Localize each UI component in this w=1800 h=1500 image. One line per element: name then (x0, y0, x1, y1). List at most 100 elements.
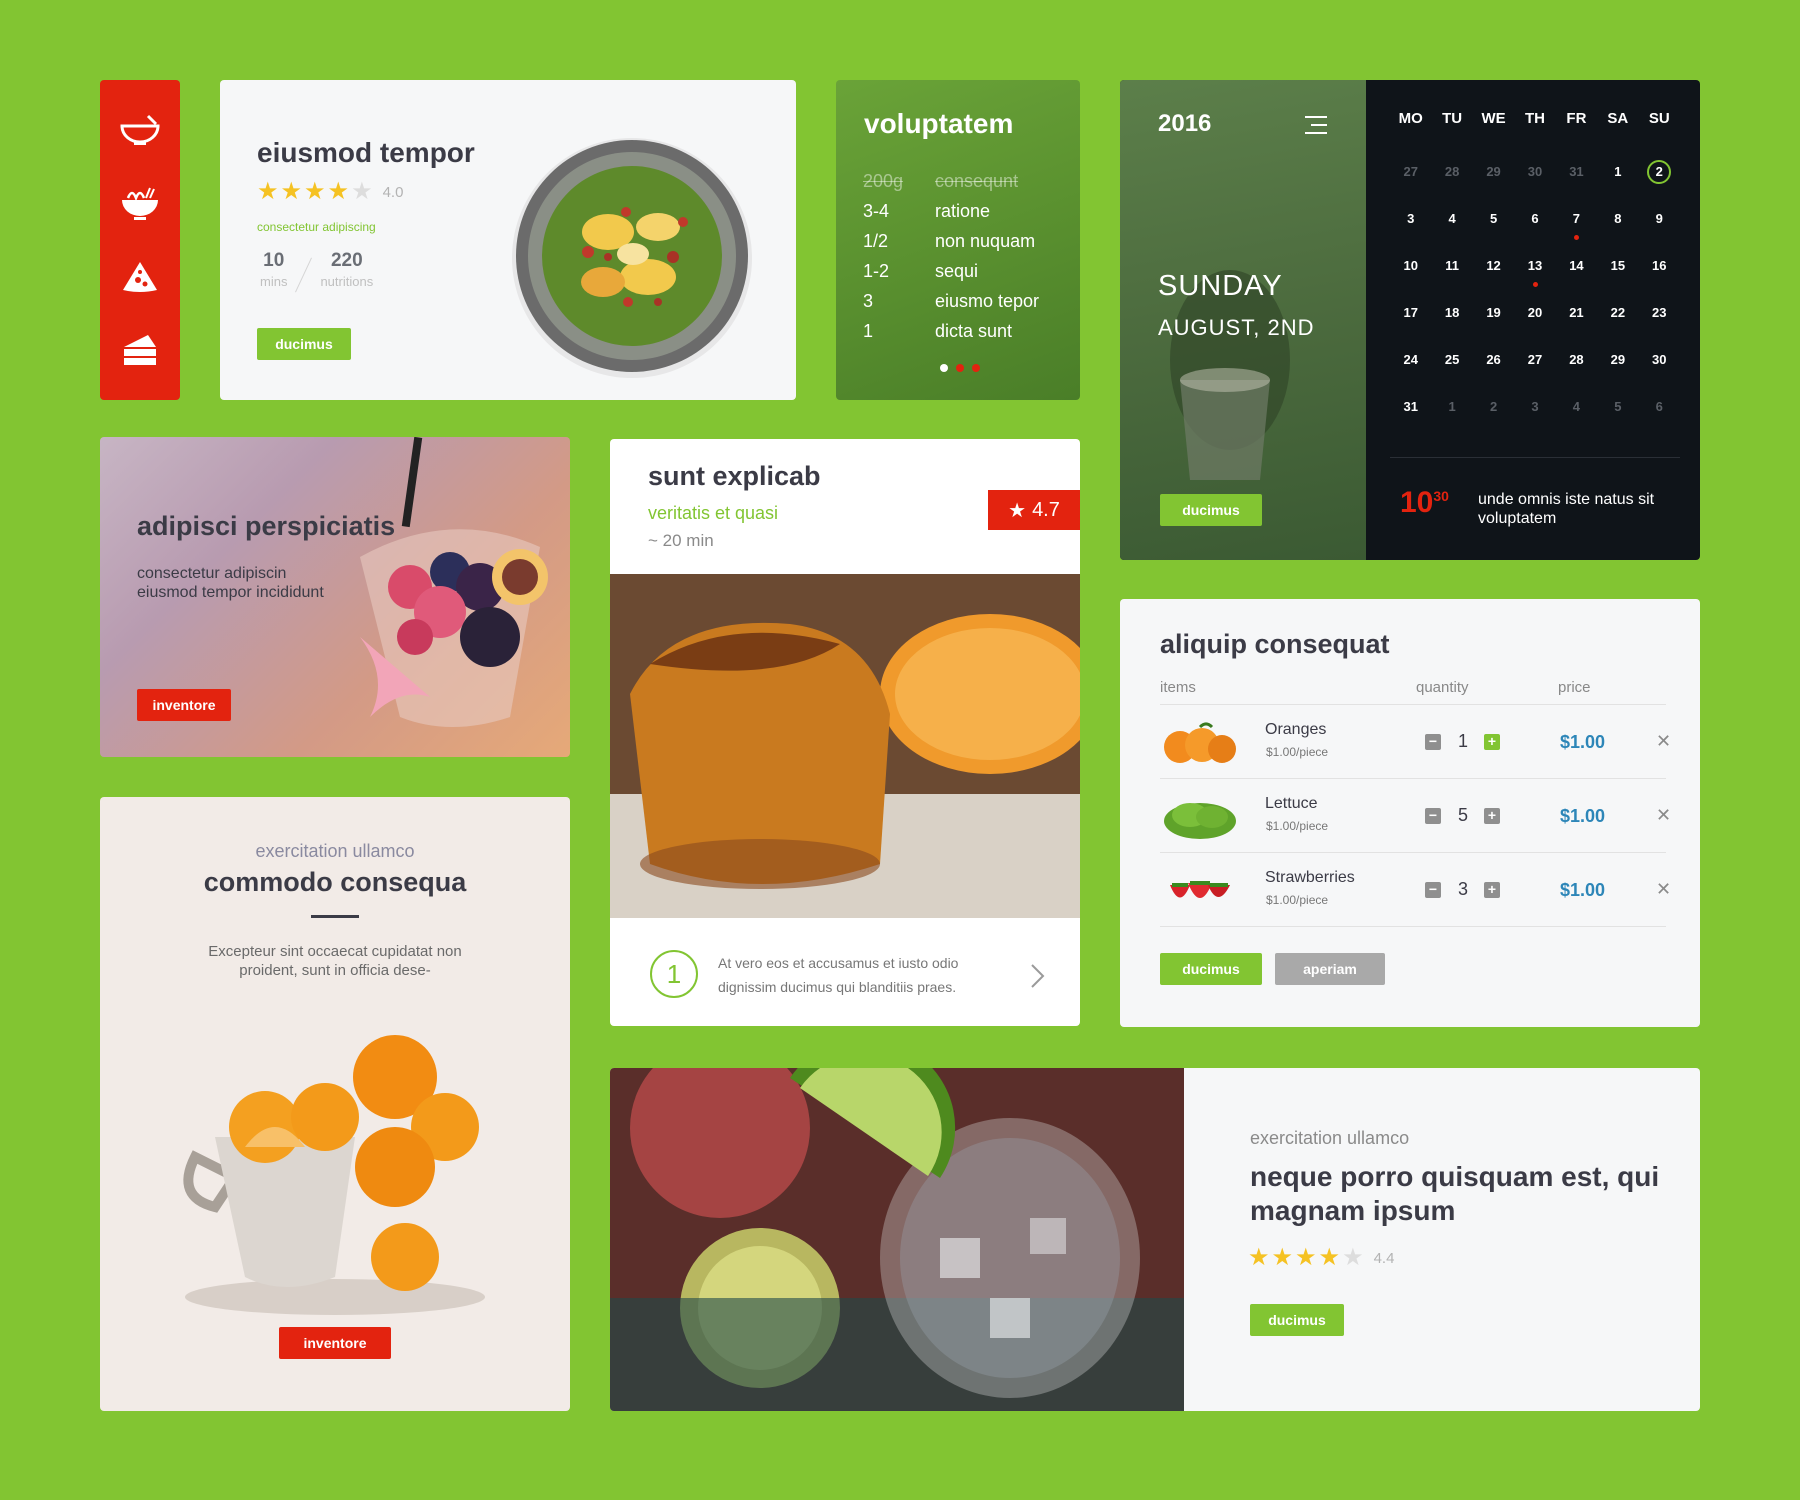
ingredient-row[interactable]: 1/2 non nuquam (863, 226, 1073, 256)
star-icon: ★ (280, 178, 303, 205)
calendar-day[interactable]: 3 (1514, 395, 1555, 442)
calendar-day-event[interactable]: 7 (1556, 207, 1597, 254)
calendar-day[interactable]: 31 (1556, 160, 1597, 207)
calendar-day[interactable]: 11 (1431, 254, 1472, 301)
chevron-right-icon[interactable] (1030, 963, 1046, 989)
calendar-day[interactable]: 17 (1390, 301, 1431, 348)
calendar-day[interactable]: 23 (1639, 301, 1680, 348)
calendar-day[interactable]: 16 (1639, 254, 1680, 301)
feature-cta-button[interactable]: inventore (279, 1327, 391, 1359)
tangerines-image (183, 1035, 485, 1315)
ingredient-row[interactable]: 3 eiusmo tepor (863, 286, 1073, 316)
calendar-day[interactable]: 2 (1473, 395, 1514, 442)
calendar-day[interactable]: 18 (1431, 301, 1472, 348)
item-quantity[interactable]: 5 (1448, 805, 1478, 826)
salad-plate-image (512, 138, 752, 378)
item-price: $1.00 (1560, 732, 1606, 752)
ingredient-qty: 200g (863, 170, 904, 191)
item-name: Oranges (1265, 721, 1327, 738)
calendar-day[interactable]: 3 (1390, 207, 1431, 254)
calendar-day[interactable]: 5 (1597, 395, 1638, 442)
calendar-day[interactable]: 20 (1514, 301, 1555, 348)
calendar-day[interactable]: 28 (1556, 348, 1597, 395)
calendar-day[interactable]: 31 (1390, 395, 1431, 442)
calendar-day[interactable]: 10 (1390, 254, 1431, 301)
pizza-slice-icon (123, 261, 157, 292)
calendar-day[interactable]: 14 (1556, 254, 1597, 301)
calendar-day[interactable]: 29 (1473, 160, 1514, 207)
item-quantity[interactable]: 3 (1448, 879, 1478, 900)
cart-primary-button[interactable]: ducimus (1160, 953, 1262, 985)
calendar-day[interactable]: 28 (1431, 160, 1472, 207)
calendar-cta-button[interactable]: ducimus (1160, 494, 1262, 526)
ingredient-row[interactable]: 1 dicta sunt (863, 316, 1073, 346)
nav-item-noodles[interactable] (110, 174, 170, 234)
calendar-week: 3 4 5 6 7 8 9 (1390, 207, 1680, 254)
remove-item-icon[interactable]: ✕ (1656, 879, 1671, 900)
calendar-day[interactable]: 27 (1390, 160, 1431, 207)
carousel-dot[interactable] (956, 364, 964, 372)
ingredient-qty: 1/2 (863, 230, 889, 251)
increase-quantity-button[interactable]: + (1484, 808, 1500, 824)
recipe-rating: ★ ★ ★ ★ ★ 4.0 (257, 180, 403, 204)
hamburger-menu-icon[interactable] (1305, 116, 1327, 134)
calendar-day[interactable]: 6 (1514, 207, 1555, 254)
calendar-day[interactable]: 6 (1639, 395, 1680, 442)
nav-item-cake[interactable] (110, 320, 170, 380)
weekday-label: TH (1524, 110, 1545, 127)
nav-item-pizza[interactable] (110, 247, 170, 307)
remove-item-icon[interactable]: ✕ (1656, 805, 1671, 826)
divider (1390, 457, 1680, 458)
calendar-day[interactable]: 25 (1431, 348, 1472, 395)
calendar-day-selected[interactable]: 2 (1639, 160, 1680, 207)
calendar-day-event[interactable]: 13 (1514, 254, 1555, 301)
calendar-day[interactable]: 1 (1597, 160, 1638, 207)
decrease-quantity-button[interactable]: − (1425, 808, 1441, 824)
recipe-cta-button[interactable]: ducimus (257, 328, 351, 360)
remove-item-icon[interactable]: ✕ (1656, 731, 1671, 752)
recipe-stats: 10 mins 220 nutritions (260, 250, 373, 294)
nav-item-bowl[interactable] (110, 101, 170, 161)
calendar-day[interactable]: 21 (1556, 301, 1597, 348)
ingredient-row[interactable]: 3-4 ratione (863, 196, 1073, 226)
increase-quantity-button[interactable]: + (1484, 882, 1500, 898)
weekday-label: WE (1481, 110, 1506, 127)
ingredient-qty: 3-4 (863, 200, 890, 221)
star-icon: ★ (1271, 1244, 1294, 1271)
calendar-day[interactable]: 30 (1639, 348, 1680, 395)
increase-quantity-button[interactable]: + (1484, 734, 1500, 750)
calendar-day[interactable]: 19 (1473, 301, 1514, 348)
calendar-day[interactable]: 22 (1597, 301, 1638, 348)
ingredient-row[interactable]: 1-2 sequi (863, 256, 1073, 286)
carousel-dot[interactable] (972, 364, 980, 372)
decrease-quantity-button[interactable]: − (1425, 882, 1441, 898)
calendar-week: 24 25 26 27 28 29 30 (1390, 348, 1680, 395)
calendar-day[interactable]: 29 (1597, 348, 1638, 395)
calendar-day[interactable]: 4 (1431, 207, 1472, 254)
calendar-day[interactable]: 5 (1473, 207, 1514, 254)
feature-kicker: exercitation ullamco (255, 841, 415, 861)
calendar-day[interactable]: 15 (1597, 254, 1638, 301)
calendar-day[interactable]: 24 (1390, 348, 1431, 395)
ingredients-title: voluptatem (864, 108, 1014, 139)
calendar-day[interactable]: 8 (1597, 207, 1638, 254)
selected-date: AUGUST, 2ND (1158, 315, 1315, 340)
promo-cta-button[interactable]: inventore (137, 689, 231, 721)
banner-kicker: exercitation ullamco (1250, 1128, 1410, 1148)
banner-cta-button[interactable]: ducimus (1250, 1304, 1344, 1336)
feature-card: exercitation ullamco commodo consequa Ex… (100, 797, 570, 1411)
item-quantity[interactable]: 1 (1448, 731, 1478, 752)
ingredient-row[interactable]: 200g consequnt (863, 166, 1073, 196)
calendar-day[interactable]: 4 (1556, 395, 1597, 442)
decrease-quantity-button[interactable]: − (1425, 734, 1441, 750)
calendar-day[interactable]: 26 (1473, 348, 1514, 395)
calendar-day[interactable]: 27 (1514, 348, 1555, 395)
calendar-day[interactable]: 30 (1514, 160, 1555, 207)
calendar-day[interactable]: 9 (1639, 207, 1680, 254)
carousel-dot-active[interactable] (940, 364, 948, 372)
cart-secondary-button[interactable]: aperiam (1275, 953, 1385, 985)
calendar-day[interactable]: 12 (1473, 254, 1514, 301)
star-icon: ★ (304, 178, 326, 205)
calendar-day[interactable]: 1 (1431, 395, 1472, 442)
stat-label: nutritions (320, 274, 374, 289)
